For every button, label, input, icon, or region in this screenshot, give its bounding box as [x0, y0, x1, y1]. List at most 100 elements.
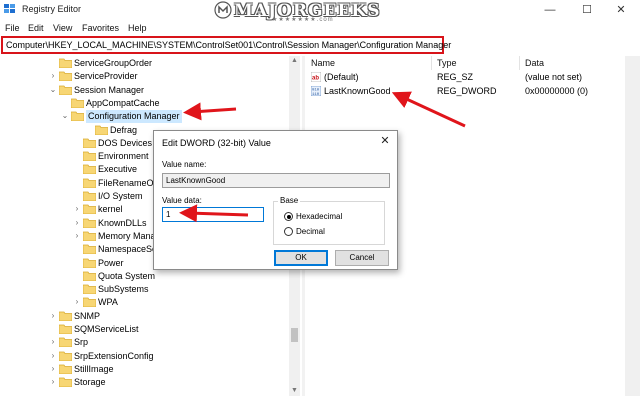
- edit-dword-dialog: Edit DWORD (32-bit) Value ✕ Value name: …: [153, 130, 398, 270]
- string-value-icon: ab: [311, 72, 321, 82]
- radio-hexadecimal-label[interactable]: Hexadecimal: [296, 212, 342, 221]
- maximize-button[interactable]: ☐: [572, 2, 602, 18]
- svg-text:ab: ab: [312, 76, 319, 82]
- column-header-type[interactable]: Type: [437, 56, 457, 70]
- tree-node-label[interactable]: WPA: [98, 296, 118, 309]
- tree-node[interactable]: SQMServiceList: [48, 323, 290, 336]
- expand-chevron-icon[interactable]: ›: [48, 377, 58, 387]
- tree-node[interactable]: AppCompatCache: [60, 97, 290, 110]
- tree-node-label[interactable]: Configuration Manager: [86, 110, 182, 124]
- tree-node-label[interactable]: Storage: [74, 376, 106, 389]
- collapse-chevron-icon[interactable]: ⌄: [60, 111, 70, 121]
- tree-node-label[interactable]: Environment: [98, 150, 149, 163]
- expand-chevron-icon[interactable]: ›: [48, 71, 58, 81]
- tree-node-label[interactable]: kernel: [98, 203, 123, 216]
- value-row-default[interactable]: ab (Default) REG_SZ (value not set): [305, 71, 640, 84]
- tree-node-label[interactable]: Quota System: [98, 270, 155, 283]
- tree-node-label[interactable]: ServiceGroupOrder: [74, 57, 152, 70]
- tree-node[interactable]: › StillImage: [48, 363, 290, 376]
- tree-node-label[interactable]: SrpExtensionConfig: [74, 350, 154, 363]
- tree-node-label[interactable]: Power: [98, 257, 124, 270]
- menu-favorites[interactable]: Favorites: [82, 23, 119, 33]
- dword-value-icon: 010 110: [311, 86, 321, 96]
- tree-node-label[interactable]: SQMServiceList: [74, 323, 139, 336]
- menu-view[interactable]: View: [53, 23, 72, 33]
- expand-chevron-icon[interactable]: ›: [48, 337, 58, 347]
- tree-node[interactable]: › SrpExtensionConfig: [48, 350, 290, 363]
- tree-node[interactable]: SubSystems: [72, 283, 290, 296]
- tree-node-label[interactable]: SubSystems: [98, 283, 149, 296]
- tree-node-label[interactable]: Session Manager: [74, 84, 144, 97]
- column-divider[interactable]: [519, 56, 520, 70]
- column-header-name[interactable]: Name: [311, 56, 335, 70]
- value-data: 0x00000000 (0): [525, 86, 589, 96]
- scroll-down-icon[interactable]: ▼: [289, 386, 300, 396]
- scroll-up-icon[interactable]: ▲: [289, 56, 300, 66]
- column-header-data[interactable]: Data: [525, 56, 544, 70]
- tree-node[interactable]: › WPA: [72, 296, 290, 309]
- folder-icon: [95, 125, 108, 135]
- value-data-label: Value data:: [162, 196, 202, 205]
- folder-icon: [59, 364, 72, 374]
- radio-hexadecimal[interactable]: [284, 212, 293, 221]
- folder-icon: [83, 218, 96, 228]
- tree-node-label[interactable]: StillImage: [74, 363, 114, 376]
- expand-chevron-icon[interactable]: ›: [72, 231, 82, 241]
- radio-decimal[interactable]: [284, 227, 293, 236]
- folder-icon: [83, 231, 96, 241]
- tree-node-label[interactable]: SNMP: [74, 310, 100, 323]
- folder-icon: [83, 151, 96, 162]
- tree-node-label[interactable]: Executive: [98, 163, 137, 176]
- scroll-thumb[interactable]: [291, 328, 298, 342]
- folder-icon: [59, 311, 72, 321]
- cancel-button[interactable]: Cancel: [335, 250, 389, 266]
- tree-node[interactable]: › ServiceProvider: [48, 70, 290, 83]
- tree-node[interactable]: › Storage: [48, 376, 290, 389]
- expand-chevron-icon[interactable]: ›: [48, 364, 58, 374]
- menu-file[interactable]: File: [5, 23, 20, 33]
- tree-node-label[interactable]: AppCompatCache: [86, 97, 160, 110]
- column-divider[interactable]: [431, 56, 432, 70]
- menu-edit[interactable]: Edit: [28, 23, 44, 33]
- folder-icon: [71, 98, 84, 108]
- value-row-lastknowngood[interactable]: 010 110 LastKnownGood REG_DWORD 0x000000…: [305, 85, 640, 98]
- tree-node-label[interactable]: Defrag: [110, 124, 137, 137]
- tree-node-label[interactable]: Srp: [74, 336, 88, 349]
- radio-decimal-label[interactable]: Decimal: [296, 227, 325, 236]
- expand-chevron-icon[interactable]: ›: [72, 218, 82, 228]
- tree-node-label[interactable]: DOS Devices: [98, 137, 152, 150]
- expand-chevron-icon[interactable]: ›: [48, 351, 58, 361]
- tree-node[interactable]: Quota System: [72, 270, 290, 283]
- folder-icon: [71, 111, 84, 122]
- ok-button[interactable]: OK: [274, 250, 328, 266]
- values-vertical-scrollbar[interactable]: [625, 56, 640, 396]
- tree-node[interactable]: › SNMP: [48, 310, 290, 323]
- address-bar[interactable]: Computer\HKEY_LOCAL_MACHINE\SYSTEM\Contr…: [1, 36, 451, 54]
- expand-chevron-icon[interactable]: ›: [72, 204, 82, 214]
- close-button[interactable]: ✕: [606, 2, 636, 18]
- expand-chevron-icon[interactable]: ›: [48, 311, 58, 321]
- tree-node-label[interactable]: KnownDLLs: [98, 217, 147, 230]
- registry-editor-icon: [4, 4, 15, 13]
- tree-node[interactable]: › Srp: [48, 336, 290, 349]
- value-name-field[interactable]: LastKnownGood: [162, 173, 390, 188]
- folder-icon: [83, 191, 96, 201]
- tree-node[interactable]: ⌄ Configuration Manager: [60, 110, 290, 124]
- tree-node-label[interactable]: ServiceProvider: [74, 70, 138, 83]
- tree-node[interactable]: ServiceGroupOrder: [48, 57, 290, 70]
- collapse-chevron-icon[interactable]: ⌄: [48, 85, 58, 95]
- value-data-input[interactable]: 1: [162, 207, 264, 222]
- tree-node[interactable]: ⌄ Session Manager: [48, 84, 290, 97]
- minimize-button[interactable]: —: [535, 2, 565, 18]
- expand-chevron-icon[interactable]: ›: [72, 297, 82, 307]
- menu-help[interactable]: Help: [128, 23, 147, 33]
- dialog-close-button[interactable]: ✕: [377, 134, 393, 148]
- tree-node-label[interactable]: I/O System: [98, 190, 143, 203]
